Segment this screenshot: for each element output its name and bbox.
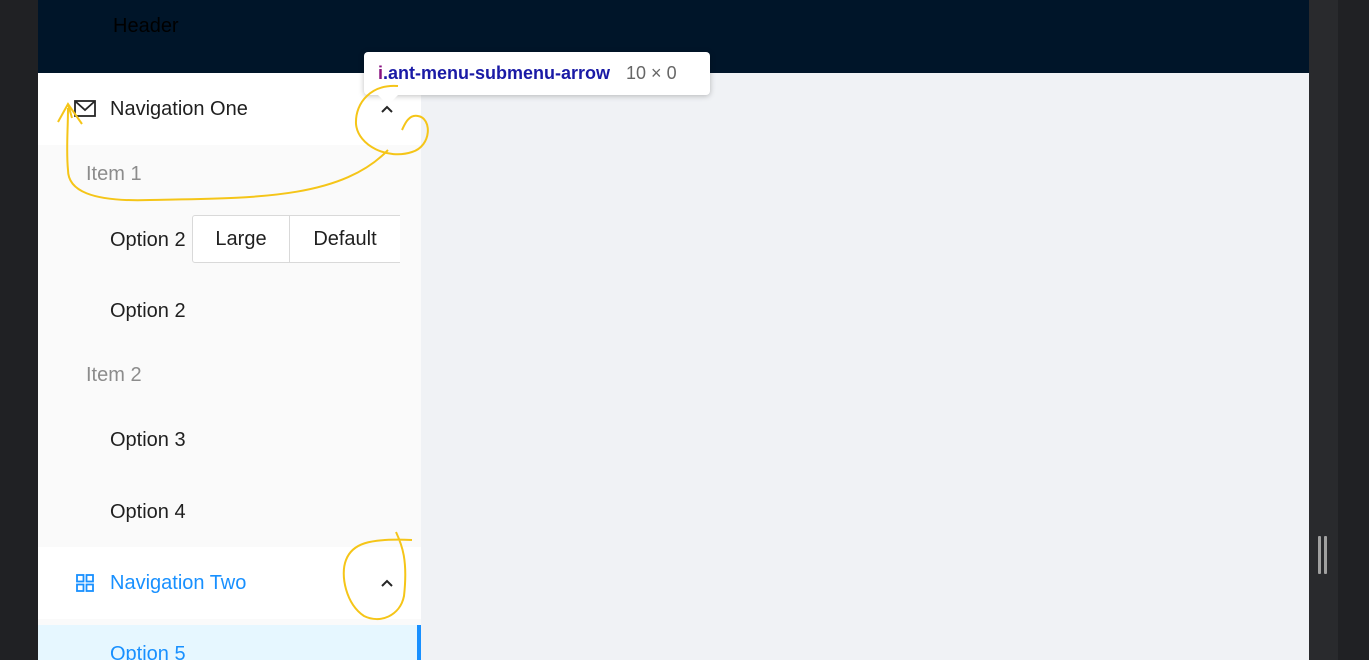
tooltip-class: .ant-menu-submenu-arrow	[383, 63, 611, 83]
header-title: Header	[113, 15, 179, 37]
submenu-label: Navigation One	[110, 97, 248, 120]
menu-item-label: Option 5	[110, 643, 186, 660]
sider-menu: Navigation One Item 1 Option 2 Option 2 …	[38, 73, 421, 660]
panel-resize-handle[interactable]	[1318, 536, 1330, 574]
menu-item[interactable]: Option 4	[110, 501, 186, 524]
app-layout: Header Navigation One Item 1 Option 2 Op…	[38, 0, 1309, 660]
menu-item[interactable]: Option 2	[110, 229, 186, 252]
devtools-left-gutter	[0, 0, 38, 660]
menu-item[interactable]: Option 3	[110, 429, 186, 452]
appstore-icon	[74, 572, 96, 594]
tooltip-dimensions: 10 × 0	[626, 63, 677, 83]
inspector-tooltip: i .ant-menu-submenu-arrow 10 × 0	[364, 52, 710, 95]
default-button[interactable]: Default	[290, 215, 400, 263]
large-button[interactable]: Large	[192, 215, 290, 263]
submenu-navigation-two[interactable]: Navigation Two	[38, 547, 421, 619]
submenu-label: Navigation Two	[110, 571, 247, 594]
chevron-up-icon[interactable]	[378, 574, 396, 592]
menu-group-title: Item 2	[86, 364, 142, 386]
menu-group-title: Item 1	[86, 163, 142, 185]
button-group: Large Default	[192, 215, 400, 263]
menu-item-selected[interactable]: Option 5	[38, 625, 421, 660]
menu-item[interactable]: Option 2	[110, 300, 186, 323]
tooltip-caret	[378, 95, 398, 105]
devtools-right-edge	[1338, 0, 1369, 660]
mail-icon	[74, 98, 96, 120]
